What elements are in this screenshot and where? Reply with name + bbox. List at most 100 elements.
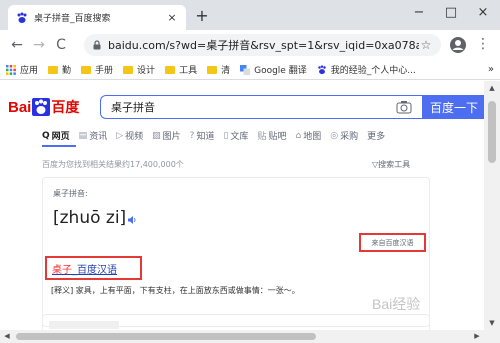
bookmark-google-translate[interactable]: Google 翻译 <box>240 63 307 76</box>
folder-icon <box>123 65 134 74</box>
bookmark-label: 工具 <box>179 66 198 76</box>
horizontal-scrollbar[interactable]: ◀ ▶ <box>0 330 500 343</box>
result-placeholder <box>49 321 119 329</box>
vertical-scrollbar[interactable]: ▲ ▼ <box>484 81 500 330</box>
browser-toolbar: ← → C baidu.com/s?wd=桌子拼音&rsv_spt=1&rsv_… <box>0 30 500 60</box>
bookmark-folder[interactable]: 清 <box>207 63 230 76</box>
bookmark-folder[interactable]: 手册 <box>81 63 113 76</box>
logo-text-chinese: 百度 <box>51 99 80 115</box>
tab-web[interactable]: Q 网页 <box>42 129 70 143</box>
tab-label: 更多 <box>367 132 386 142</box>
next-result-card <box>42 314 430 330</box>
active-tab-indicator <box>42 145 76 147</box>
tab-close-icon[interactable]: × <box>166 11 178 24</box>
bookmark-label: 我的经验_个人中心... <box>330 66 416 76</box>
maximize-button[interactable]: □ <box>437 3 465 25</box>
close-window-button[interactable]: × <box>469 3 497 25</box>
tab-images[interactable]: ▨ 图片 <box>152 129 181 143</box>
search-tools-button[interactable]: ▽搜索工具 <box>372 159 410 170</box>
tab-news[interactable]: ▤ 资讯 <box>78 129 108 143</box>
bookmark-apps[interactable]: 应用 <box>6 63 38 76</box>
tab-video[interactable]: ▷ 视频 <box>116 129 144 143</box>
tab-more[interactable]: 更多 <box>367 129 385 142</box>
tieba-icon: 贴 <box>257 132 267 142</box>
result-title[interactable]: 桌子_百度汉语 <box>52 261 117 276</box>
bookmark-label: 设计 <box>137 66 156 76</box>
folder-icon <box>165 65 176 74</box>
tab-label: 地图 <box>303 132 322 142</box>
tab-label: 贴吧 <box>268 132 287 142</box>
bookmarks-bar: 应用 勤 手册 设计 工具 清 Google 翻译 我的经验_个人中心... » <box>0 60 500 80</box>
tab-label: 文库 <box>230 132 249 142</box>
image-icon: ▨ <box>152 130 161 141</box>
apps-grid-icon <box>6 64 16 75</box>
scroll-up-arrow-icon[interactable]: ▲ <box>484 81 500 95</box>
reload-button[interactable]: C <box>50 37 72 53</box>
watermark: Bai经验 <box>372 296 421 312</box>
tab-label: 知道 <box>196 132 215 142</box>
scroll-left-arrow-icon[interactable]: ◀ <box>0 330 14 343</box>
camera-icon[interactable] <box>396 100 412 114</box>
purchase-icon: ◎ <box>330 130 339 141</box>
baidu-paw-icon <box>32 98 51 116</box>
tab-label: 采购 <box>340 132 359 142</box>
result-count: 百度为您找到相关结果约17,400,000个 <box>42 160 184 169</box>
new-tab-button[interactable]: + <box>192 6 212 25</box>
bookmark-folder[interactable]: 工具 <box>165 63 197 76</box>
tab-zhidao[interactable]: ? 知道 <box>189 129 215 143</box>
bookmark-label: 清 <box>221 66 231 76</box>
url-text[interactable]: baidu.com/s?wd=桌子拼音&rsv_spt=1&rsv_iqid=0… <box>108 37 419 53</box>
folder-icon <box>207 65 218 74</box>
baidu-paw-icon <box>317 64 326 74</box>
google-translate-icon <box>240 64 251 75</box>
minimize-button[interactable]: − <box>405 3 433 25</box>
profile-avatar-icon[interactable] <box>449 36 467 54</box>
browser-tab[interactable]: 桌子拼音_百度搜索 × <box>8 5 186 30</box>
result-title-suffix: _百度汉语 <box>72 264 117 276</box>
lock-icon <box>93 40 101 50</box>
back-button[interactable]: ← <box>6 37 28 53</box>
vertical-scroll-thumb[interactable] <box>488 101 496 163</box>
tab-strip: 桌子拼音_百度搜索 × + − □ × <box>0 0 500 30</box>
bookmarks-overflow-button[interactable]: » <box>488 64 494 75</box>
forward-button[interactable]: → <box>28 37 50 53</box>
definition-text: [释义] 家具，上有平面，下有支柱，在上面放东西或做事情：一张～。 <box>51 286 300 295</box>
map-icon: ⌂ <box>295 130 302 141</box>
tab-tieba[interactable]: 贴贴吧 <box>257 129 286 142</box>
video-icon: ▷ <box>116 130 124 141</box>
result-keyword: 桌子 <box>52 264 72 276</box>
document-icon: ▯ <box>223 130 229 141</box>
source-link[interactable]: 来自百度汉语 <box>359 233 426 252</box>
bookmark-folder[interactable]: 设计 <box>123 63 155 76</box>
tab-wenku[interactable]: ▯ 文库 <box>223 129 249 143</box>
tab-map[interactable]: ⌂ 地图 <box>295 129 322 143</box>
search-input[interactable]: 桌子拼音 <box>100 95 422 119</box>
news-icon: ▤ <box>78 130 88 141</box>
scroll-right-arrow-icon[interactable]: ▶ <box>470 330 484 343</box>
result-title-link[interactable]: 桌子_百度汉语 <box>45 256 142 280</box>
browser-menu-icon[interactable]: ⋮ <box>476 35 490 53</box>
search-icon: Q <box>42 130 50 141</box>
baidu-logo[interactable]: Bai 百度 <box>8 96 79 118</box>
tab-label: 视频 <box>125 132 144 142</box>
bookmark-star-icon[interactable]: ☆ <box>419 38 433 52</box>
result-type-tabs: Q 网页 ▤ 资讯 ▷ 视频 ▨ 图片 ? 知道 ▯ 文库 贴贴吧 ⌂ 地图 ◎ 采购 更多 <box>42 129 394 143</box>
search-button[interactable]: 百度一下 <box>422 95 484 119</box>
question-icon: ? <box>189 130 195 141</box>
logo-text-latin: Bai <box>8 98 32 116</box>
folder-icon <box>48 65 59 74</box>
page-content: Bai 百度 桌子拼音 百度一下 Q 网页 ▤ 资讯 ▷ 视频 ▨ 图片 ? 知道 ▯ 文库… <box>0 81 484 330</box>
card-label: 桌子拼音: <box>53 189 88 198</box>
folder-icon <box>81 65 92 74</box>
search-query-text[interactable]: 桌子拼音 <box>111 99 396 115</box>
bookmark-folder[interactable]: 勤 <box>48 63 71 76</box>
speaker-icon[interactable] <box>127 215 137 225</box>
address-bar[interactable]: baidu.com/s?wd=桌子拼音&rsv_spt=1&rsv_iqid=0… <box>84 34 441 56</box>
bookmark-label: 应用 <box>20 66 39 76</box>
bookmark-baidu-jingyan[interactable]: 我的经验_个人中心... <box>317 63 416 76</box>
bookmark-label: Google 翻译 <box>254 66 307 76</box>
bookmark-label: 手册 <box>95 66 114 76</box>
tab-purchase[interactable]: ◎ 采购 <box>330 129 359 143</box>
horizontal-scroll-thumb[interactable] <box>16 333 316 340</box>
scroll-down-arrow-icon[interactable]: ▼ <box>484 316 500 330</box>
